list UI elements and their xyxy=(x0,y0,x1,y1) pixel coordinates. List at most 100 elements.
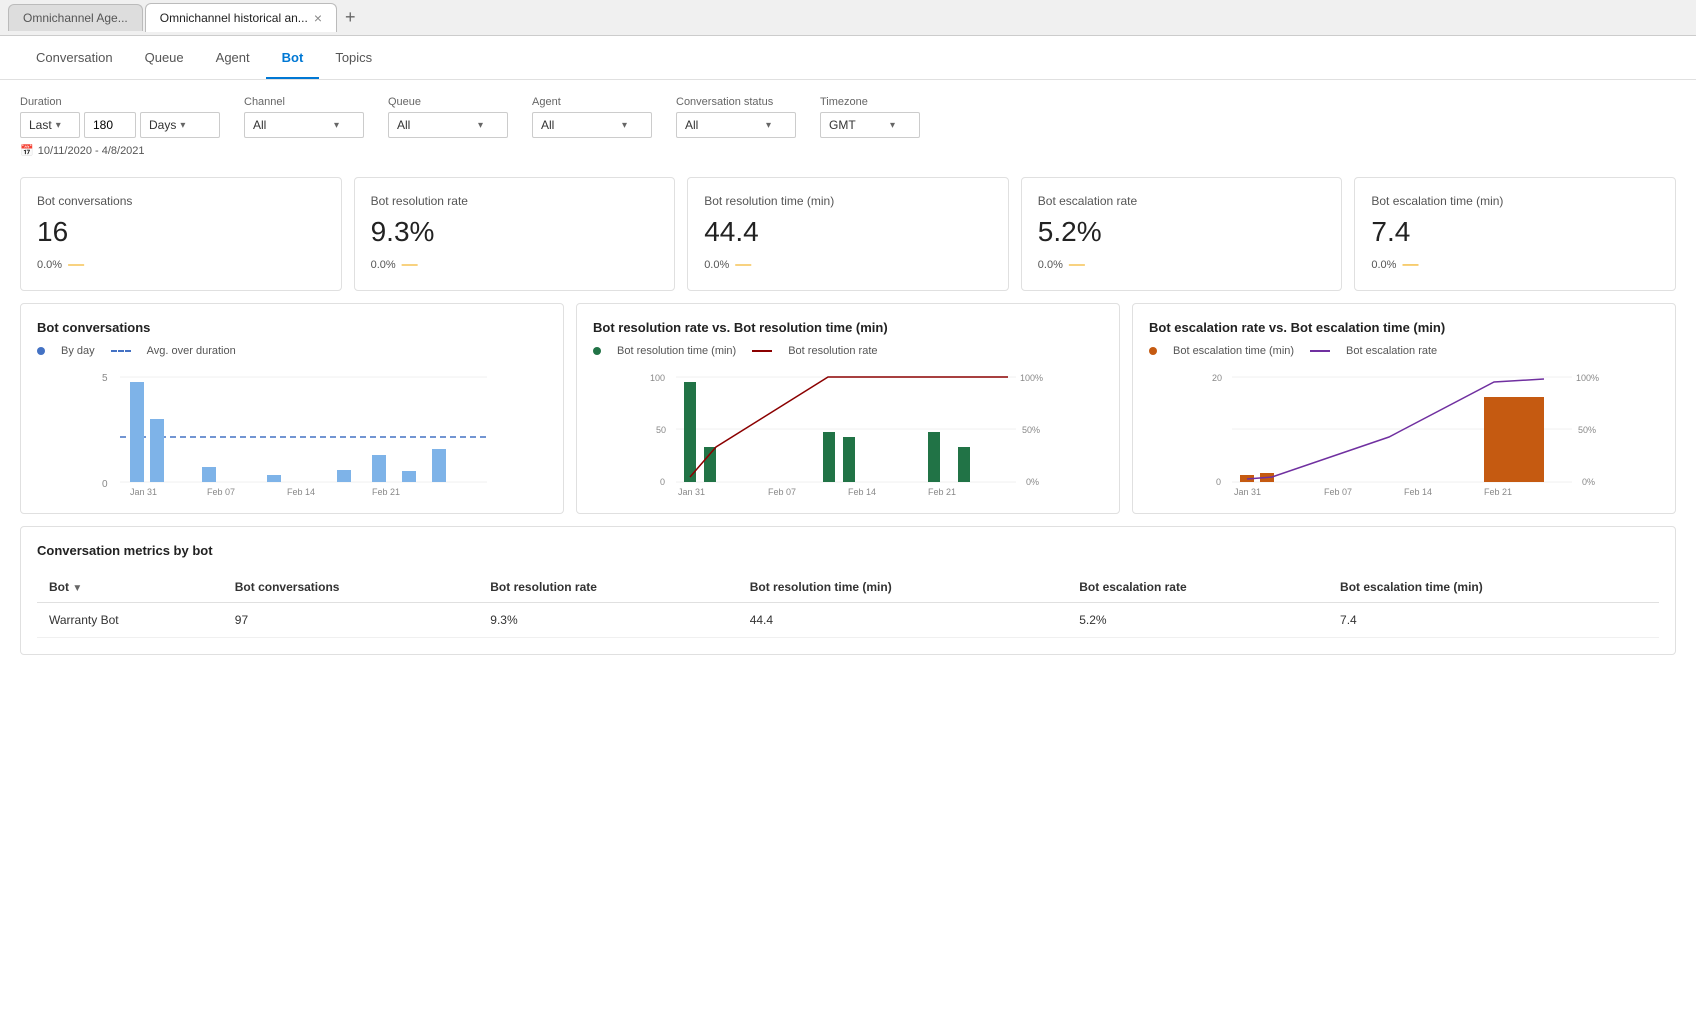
svg-text:Feb 21: Feb 21 xyxy=(1484,487,1512,497)
chart-title: Bot escalation rate vs. Bot escalation t… xyxy=(1149,320,1659,335)
conv-status-dropdown[interactable]: All ▾ xyxy=(676,112,796,138)
col-bot[interactable]: Bot ▼ xyxy=(37,572,223,603)
svg-text:20: 20 xyxy=(1212,373,1222,383)
svg-text:Jan 31: Jan 31 xyxy=(130,487,157,497)
svg-text:100%: 100% xyxy=(1020,373,1043,383)
kpi-bot-escalation-rate: Bot escalation rate 5.2% 0.0% — xyxy=(1021,177,1343,291)
svg-text:100: 100 xyxy=(650,373,665,383)
table-row: Warranty Bot 97 9.3% 44.4 5.2% 7.4 xyxy=(37,603,1659,638)
duration-unit-select[interactable]: Days ▾ xyxy=(140,112,220,138)
chart-title: Bot resolution rate vs. Bot resolution t… xyxy=(593,320,1103,335)
browser-chrome: Omnichannel Age... Omnichannel historica… xyxy=(0,0,1696,36)
filter-timezone: Timezone GMT ▾ xyxy=(820,96,920,138)
col-escalation-rate[interactable]: Bot escalation rate xyxy=(1067,572,1328,603)
filter-channel: Channel All ▾ xyxy=(244,96,364,138)
charts-section: Bot conversations By day Avg. over durat… xyxy=(0,303,1696,526)
resolution-chart-svg: 100 50 0 100% 50% 0% xyxy=(593,367,1103,497)
new-tab-button[interactable]: + xyxy=(339,7,362,28)
tab-close-button[interactable]: × xyxy=(314,10,322,26)
tab-active[interactable]: Omnichannel historical an... × xyxy=(145,3,337,32)
channel-dropdown[interactable]: All ▾ xyxy=(244,112,364,138)
agent-dropdown[interactable]: All ▾ xyxy=(532,112,652,138)
metrics-table: Bot ▼ Bot conversations Bot resolution r… xyxy=(37,572,1659,638)
bar-chart-svg: 5 0 Jan 31 xyxy=(37,367,547,497)
svg-text:Feb 21: Feb 21 xyxy=(928,487,956,497)
col-conversations[interactable]: Bot conversations xyxy=(223,572,479,603)
filter-conv-status: Conversation status All ▾ xyxy=(676,96,796,138)
filters-row: Duration Last ▾ Days ▾ Channel xyxy=(20,96,1676,138)
svg-text:0%: 0% xyxy=(1026,477,1039,487)
kpi-value: 9.3% xyxy=(371,216,659,248)
cell-escalation-time: 7.4 xyxy=(1328,603,1659,638)
kpi-value: 16 xyxy=(37,216,325,248)
tab-agent[interactable]: Agent xyxy=(200,36,266,79)
chart-container: 5 0 Jan 31 xyxy=(37,367,547,497)
svg-text:5: 5 xyxy=(102,373,108,384)
kpi-title: Bot resolution rate xyxy=(371,194,659,208)
duration-value-input[interactable] xyxy=(84,112,136,138)
kpi-bot-escalation-time: Bot escalation time (min) 7.4 0.0% — xyxy=(1354,177,1676,291)
chart-title: Bot conversations xyxy=(37,320,547,335)
queue-dropdown[interactable]: All ▾ xyxy=(388,112,508,138)
kpi-change: 0.0% — xyxy=(704,256,992,274)
svg-text:0: 0 xyxy=(1216,477,1221,487)
chart-escalation: Bot escalation rate vs. Bot escalation t… xyxy=(1132,303,1676,514)
chevron-down-icon: ▾ xyxy=(478,120,483,131)
col-resolution-time[interactable]: Bot resolution time (min) xyxy=(738,572,1068,603)
chevron-down-icon: ▾ xyxy=(56,120,61,131)
cell-escalation-rate: 5.2% xyxy=(1067,603,1328,638)
svg-text:Feb 14: Feb 14 xyxy=(848,487,876,497)
trend-dash-icon: — xyxy=(68,256,84,274)
svg-text:100%: 100% xyxy=(1576,373,1599,383)
cell-resolution-rate: 9.3% xyxy=(478,603,737,638)
sort-arrow-icon: ▼ xyxy=(72,583,82,594)
agent-label: Agent xyxy=(532,96,652,108)
legend-avg-line-icon xyxy=(111,350,131,352)
calendar-icon: 📅 xyxy=(20,144,34,157)
tab-active-label: Omnichannel historical an... xyxy=(160,11,308,25)
kpi-section: Bot conversations 16 0.0% — Bot resoluti… xyxy=(0,165,1696,303)
tab-inactive[interactable]: Omnichannel Age... xyxy=(8,4,143,31)
svg-text:0: 0 xyxy=(660,477,665,487)
table-header-row: Bot ▼ Bot conversations Bot resolution r… xyxy=(37,572,1659,603)
kpi-value: 7.4 xyxy=(1371,216,1659,248)
chart-container: 100 50 0 100% 50% 0% xyxy=(593,367,1103,497)
duration-label: Duration xyxy=(20,96,220,108)
tab-conversation[interactable]: Conversation xyxy=(20,36,129,79)
tab-queue[interactable]: Queue xyxy=(129,36,200,79)
tab-topics[interactable]: Topics xyxy=(319,36,388,79)
svg-text:Jan 31: Jan 31 xyxy=(1234,487,1261,497)
legend-dot-icon xyxy=(37,347,45,355)
chart-container: 20 0 100% 50% 0% J xyxy=(1149,367,1659,497)
conv-status-label: Conversation status xyxy=(676,96,796,108)
kpi-title: Bot resolution time (min) xyxy=(704,194,992,208)
kpi-title: Bot conversations xyxy=(37,194,325,208)
kpi-change: 0.0% — xyxy=(371,256,659,274)
kpi-change: 0.0% — xyxy=(37,256,325,274)
chevron-down-icon: ▾ xyxy=(622,120,627,131)
tab-bot[interactable]: Bot xyxy=(266,36,320,79)
filter-queue: Queue All ▾ xyxy=(388,96,508,138)
kpi-change: 0.0% — xyxy=(1038,256,1326,274)
duration-preset-select[interactable]: Last ▾ xyxy=(20,112,80,138)
chevron-down-icon: ▾ xyxy=(890,120,895,131)
chart-bot-conversations: Bot conversations By day Avg. over durat… xyxy=(20,303,564,514)
kpi-bot-conversations: Bot conversations 16 0.0% — xyxy=(20,177,342,291)
duration-controls: Last ▾ Days ▾ xyxy=(20,112,220,138)
main-content: Conversation Queue Agent Bot Topics Dura… xyxy=(0,36,1696,1026)
svg-text:Feb 07: Feb 07 xyxy=(768,487,796,497)
filters-section: Duration Last ▾ Days ▾ Channel xyxy=(0,80,1696,165)
trend-dash-icon: — xyxy=(402,256,418,274)
svg-text:Feb 07: Feb 07 xyxy=(207,487,235,497)
escalation-chart-svg: 20 0 100% 50% 0% J xyxy=(1149,367,1659,497)
kpi-bot-resolution-rate: Bot resolution rate 9.3% 0.0% — xyxy=(354,177,676,291)
svg-text:Jan 31: Jan 31 xyxy=(678,487,705,497)
col-escalation-time[interactable]: Bot escalation time (min) xyxy=(1328,572,1659,603)
channel-label: Channel xyxy=(244,96,364,108)
chart-legend: Bot resolution time (min) Bot resolution… xyxy=(593,345,1103,357)
kpi-title: Bot escalation rate xyxy=(1038,194,1326,208)
trend-dash-icon: — xyxy=(735,256,751,274)
chevron-down-icon: ▾ xyxy=(766,120,771,131)
timezone-dropdown[interactable]: GMT ▾ xyxy=(820,112,920,138)
col-resolution-rate[interactable]: Bot resolution rate xyxy=(478,572,737,603)
